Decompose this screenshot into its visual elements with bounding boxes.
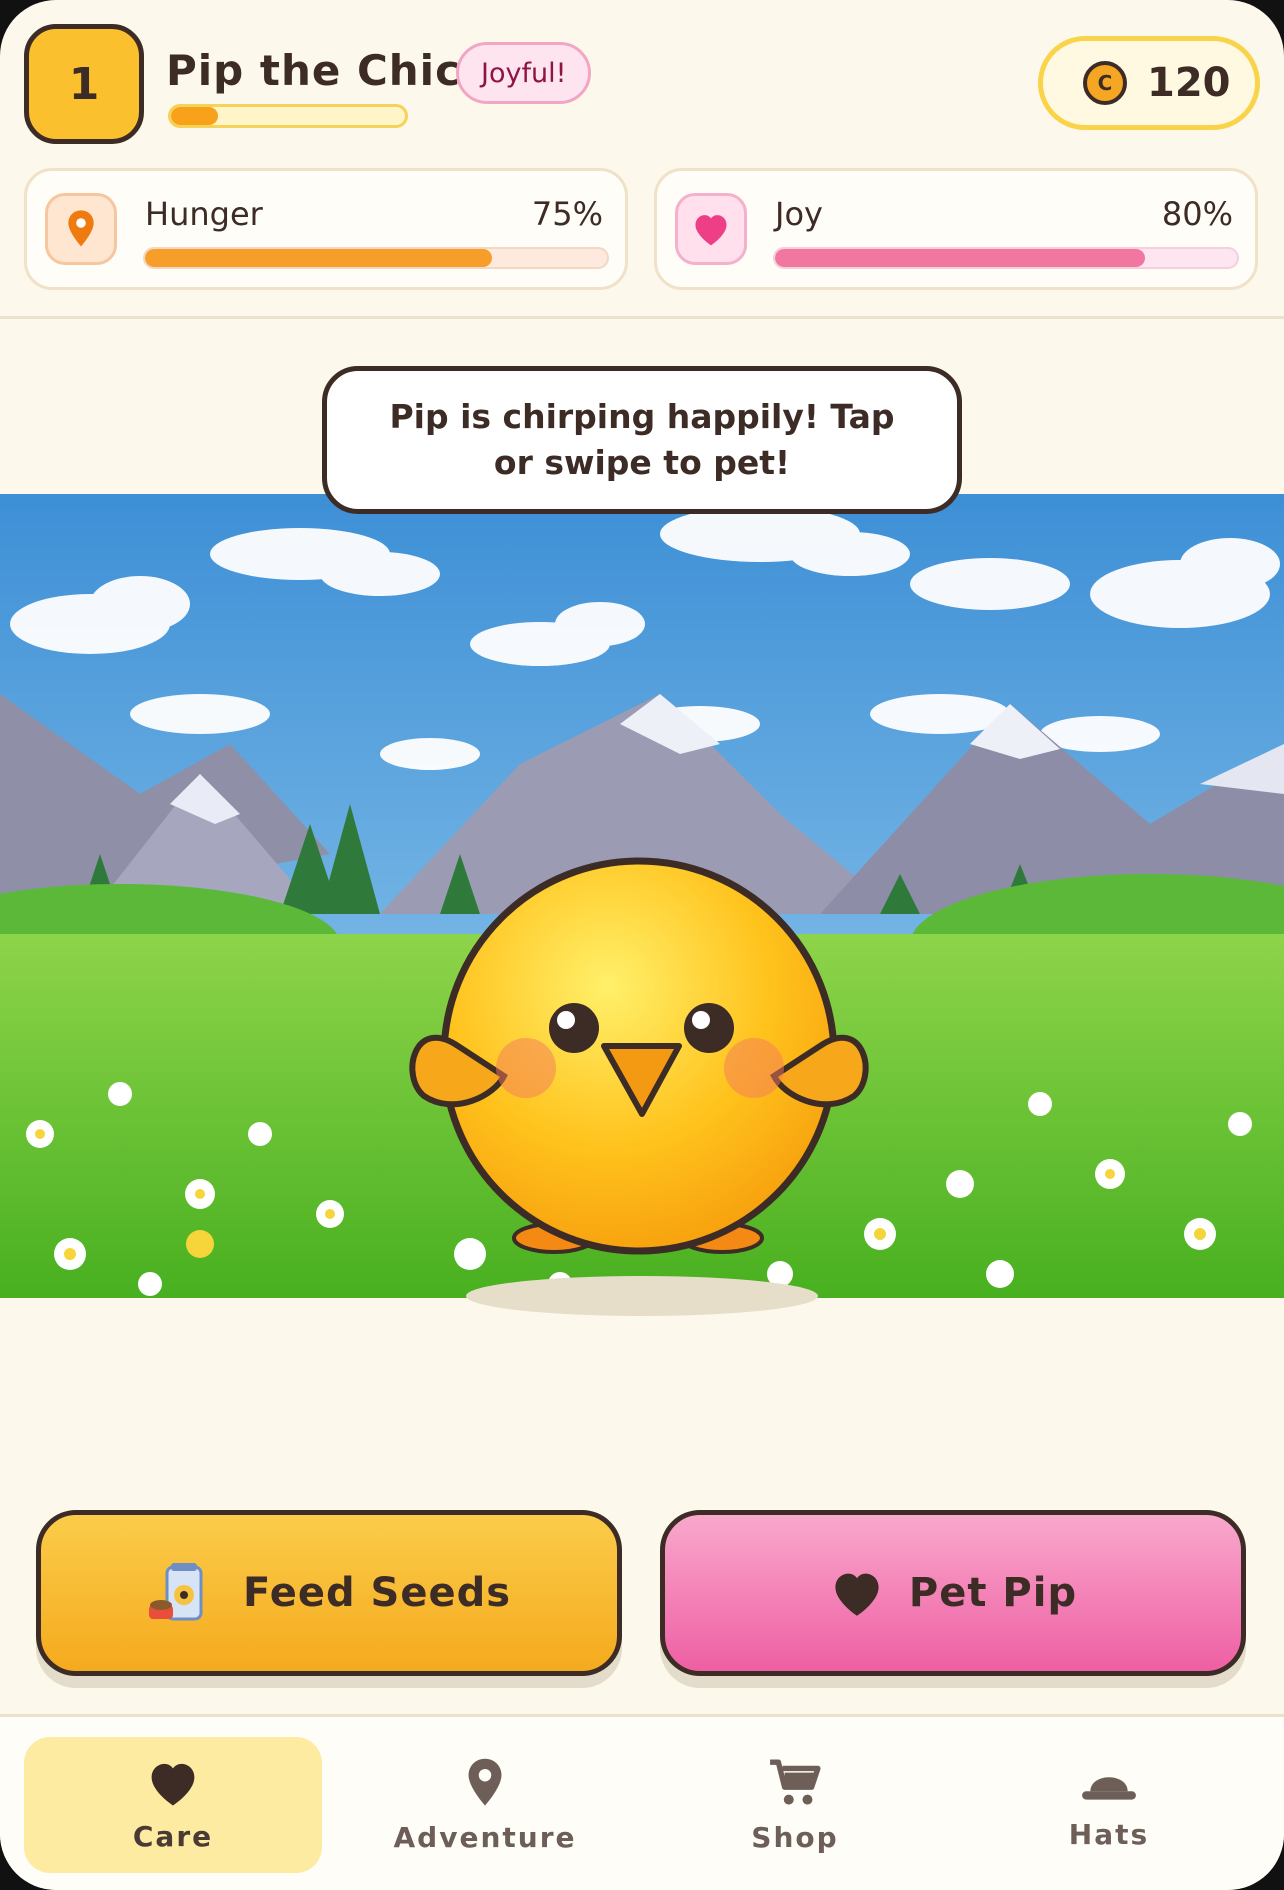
location-pin-icon — [45, 193, 117, 265]
level-number: 1 — [68, 58, 100, 110]
joy-value: 80% — [1161, 195, 1233, 233]
nav-item-hats[interactable]: Hats — [960, 1737, 1258, 1873]
heart-icon — [829, 1568, 885, 1618]
bottom-nav: Care Adventure Shop Hats — [0, 1714, 1284, 1890]
chick-pet[interactable] — [404, 846, 874, 1266]
pet-pip-label: Pet Pip — [908, 1570, 1078, 1616]
nav-label-shop: Shop — [751, 1820, 839, 1854]
nav-label-care: Care — [132, 1819, 214, 1853]
nav-label-adventure: Adventure — [393, 1820, 577, 1854]
hat-icon — [1080, 1760, 1138, 1810]
nav-item-shop[interactable]: Shop — [646, 1737, 944, 1873]
location-pin-icon — [464, 1757, 506, 1813]
coin-icon: C — [1083, 61, 1127, 105]
level-badge: 1 — [24, 24, 144, 144]
heart-icon — [146, 1758, 200, 1812]
hunger-bar — [143, 247, 609, 269]
feed-seeds-label: Feed Seeds — [242, 1570, 512, 1616]
hunger-bar-fill — [145, 249, 492, 267]
header-divider — [0, 316, 1284, 319]
joy-stat-card: Joy 80% — [654, 168, 1258, 290]
hunger-label: Hunger — [145, 195, 263, 233]
nav-item-adventure[interactable]: Adventure — [336, 1737, 634, 1873]
hunger-value: 75% — [531, 195, 603, 233]
app-screen: 1 Pip the Chick Joyful! C 120 Hunger 75% — [0, 0, 1284, 1890]
feed-seeds-button[interactable]: Feed Seeds — [36, 1510, 622, 1676]
mood-badge: Joyful! — [456, 42, 592, 104]
speech-text: Pip is chirping happily! Tap or swipe to… — [389, 397, 895, 482]
joy-label: Joy — [775, 195, 823, 233]
joy-bar — [773, 247, 1239, 269]
speech-bubble: Pip is chirping happily! Tap or swipe to… — [322, 366, 962, 514]
cart-icon — [768, 1757, 822, 1813]
mood-label: Joyful! — [481, 57, 567, 89]
nav-label-hats: Hats — [1068, 1817, 1150, 1851]
joy-bar-fill — [775, 249, 1145, 267]
heart-icon — [675, 193, 747, 265]
pet-name: Pip the Chick — [166, 46, 490, 95]
coin-symbol: C — [1097, 71, 1113, 95]
xp-progress-fill — [171, 107, 218, 125]
xp-progress-bar — [168, 104, 408, 128]
coin-value: 120 — [1147, 60, 1231, 106]
nav-item-care[interactable]: Care — [24, 1737, 322, 1873]
coin-counter[interactable]: C 120 — [1038, 36, 1260, 130]
hunger-stat-card: Hunger 75% — [24, 168, 628, 290]
pet-shadow — [466, 1276, 818, 1316]
seed-bag-icon — [147, 1561, 219, 1625]
pet-pip-button[interactable]: Pet Pip — [660, 1510, 1246, 1676]
